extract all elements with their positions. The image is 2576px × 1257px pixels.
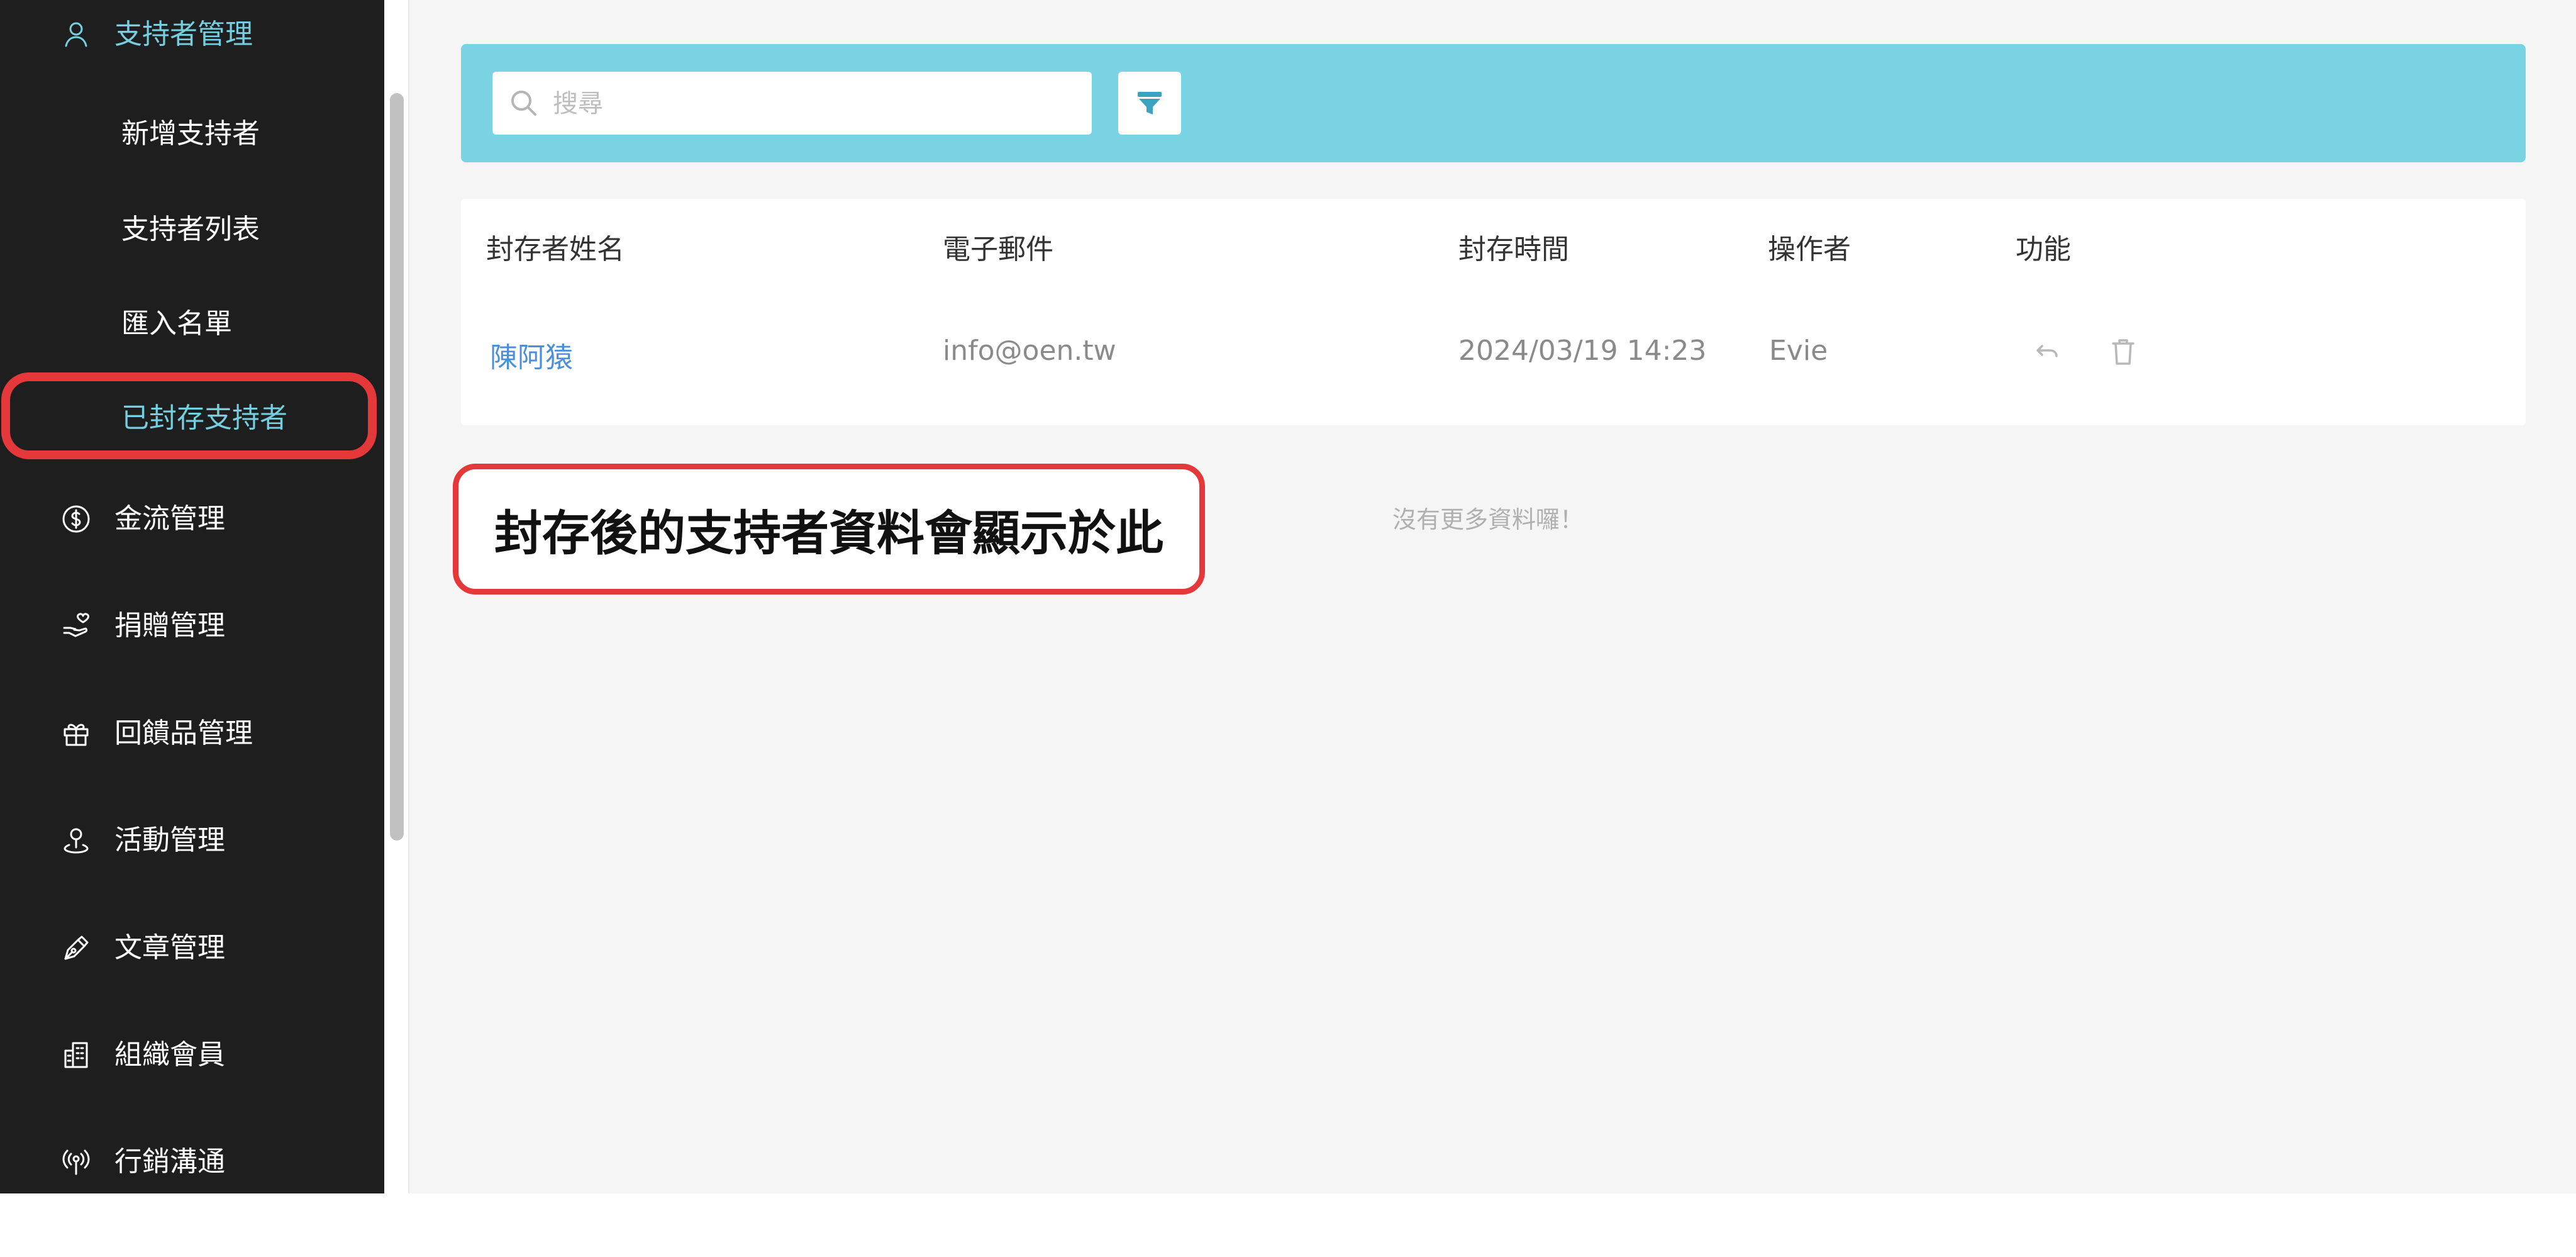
building-icon — [59, 1038, 93, 1072]
sidebar-subitem-import-list[interactable]: 匯入名單 — [121, 289, 232, 359]
column-header-actions: 功能 — [2016, 233, 2071, 265]
sidebar-subitem-supporter-list[interactable]: 支持者列表 — [121, 195, 260, 264]
highlight-box — [1, 372, 377, 459]
archived-time: 2024/03/19 14:23 — [1458, 335, 1707, 367]
supporter-name-link[interactable]: 陳阿猿 — [490, 335, 573, 375]
pen-icon — [59, 931, 93, 965]
operator-name: Evie — [1769, 335, 1828, 367]
restore-icon[interactable] — [2031, 335, 2065, 369]
sidebar-scrollbar-thumb[interactable] — [390, 93, 404, 841]
search-box[interactable] — [492, 72, 1092, 136]
sidebar-item-label: 捐贈管理 — [114, 610, 225, 642]
sidebar-item-label: 金流管理 — [114, 503, 225, 535]
sidebar-item-label: 活動管理 — [114, 824, 225, 856]
broadcast-icon — [59, 1145, 93, 1179]
archived-supporters-table: 封存者姓名 電子郵件 封存時間 操作者 功能 陳阿猿 info@oen.tw 2… — [461, 199, 2526, 425]
no-more-data-message: 沒有更多資料囉！ — [1392, 506, 1584, 534]
sidebar: 支持者管理 新增支持者 支持者列表 匯入名單 已封存支持者 金流管理 捐贈管理 … — [0, 0, 384, 1193]
column-header-email[interactable]: 電子郵件 — [943, 226, 1053, 267]
filter-toolbar — [461, 44, 2526, 162]
search-input[interactable] — [552, 72, 1070, 136]
filter-button[interactable] — [1118, 72, 1181, 135]
dollar-icon — [59, 502, 93, 536]
gift-icon — [59, 717, 93, 751]
location-pin-icon — [59, 824, 93, 858]
donate-hand-icon — [59, 609, 93, 643]
sidebar-item-label: 行銷溝通 — [114, 1146, 225, 1178]
annotation-text: 封存後的支持者資料會顯示於此 — [494, 505, 1163, 561]
annotation-callout: 封存後的支持者資料會顯示於此 — [453, 464, 1205, 595]
filter-icon — [1138, 92, 1162, 115]
sidebar-item-label: 文章管理 — [114, 932, 225, 964]
sidebar-item-label: 支持者管理 — [114, 18, 253, 50]
column-header-archived-time[interactable]: 封存時間 — [1458, 226, 1569, 267]
user-icon — [59, 18, 93, 52]
app-window: 支持者管理 新增支持者 支持者列表 匯入名單 已封存支持者 金流管理 捐贈管理 … — [0, 0, 2576, 1193]
sidebar-item-label: 回饋品管理 — [114, 717, 253, 749]
trash-icon[interactable] — [2106, 335, 2140, 369]
search-icon — [511, 91, 536, 116]
column-header-operator[interactable]: 操作者 — [1768, 226, 1851, 267]
sidebar-subitem-add-supporter[interactable]: 新增支持者 — [121, 99, 260, 169]
supporter-email: info@oen.tw — [943, 335, 1116, 367]
sidebar-item-label: 組織會員 — [114, 1039, 225, 1071]
column-header-name[interactable]: 封存者姓名 — [486, 226, 625, 267]
